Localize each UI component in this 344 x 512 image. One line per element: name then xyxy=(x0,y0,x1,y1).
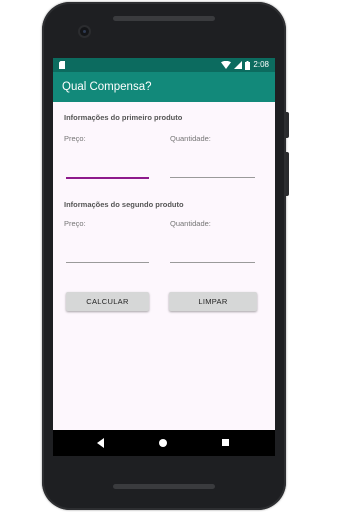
calculate-button[interactable]: CALCULAR xyxy=(66,292,149,311)
section-title-product1: Informações do primeiro produto xyxy=(64,113,183,122)
earpiece-speaker xyxy=(113,16,215,21)
price-input-product1[interactable] xyxy=(66,165,149,179)
front-camera-icon xyxy=(80,27,89,36)
navigation-bar xyxy=(53,430,275,456)
power-button xyxy=(286,112,289,138)
quantity-label-product2: Quantidade: xyxy=(170,219,211,228)
back-icon[interactable] xyxy=(97,438,104,448)
section-title-product2: Informações do segundo produto xyxy=(64,200,184,209)
quantity-label-product1: Quantidade: xyxy=(170,134,211,143)
stage: 2:08 Qual Compensa? Informações do prime… xyxy=(0,0,344,512)
bottom-speaker xyxy=(113,484,215,489)
recents-icon[interactable] xyxy=(222,439,229,446)
status-time: 2:08 xyxy=(253,60,269,69)
home-icon[interactable] xyxy=(159,439,167,447)
status-bar: 2:08 xyxy=(53,58,275,72)
price-label-product2: Preço: xyxy=(64,219,86,228)
app-bar: Qual Compensa? xyxy=(53,72,275,102)
price-input-product2[interactable] xyxy=(66,250,149,263)
price-label-product1: Preço: xyxy=(64,134,86,143)
quantity-input-product2[interactable] xyxy=(170,250,255,263)
screen: 2:08 Qual Compensa? Informações do prime… xyxy=(53,58,275,456)
phone-frame: 2:08 Qual Compensa? Informações do prime… xyxy=(42,2,289,510)
battery-icon xyxy=(245,60,251,70)
cell-signal-icon xyxy=(234,61,243,69)
wifi-icon xyxy=(221,61,232,69)
quantity-input-product1[interactable] xyxy=(170,165,255,178)
status-icons: 2:08 xyxy=(221,60,269,70)
sd-card-icon xyxy=(59,61,65,69)
app-title: Qual Compensa? xyxy=(62,81,152,93)
volume-button xyxy=(286,152,289,196)
clear-button[interactable]: LIMPAR xyxy=(169,292,257,311)
